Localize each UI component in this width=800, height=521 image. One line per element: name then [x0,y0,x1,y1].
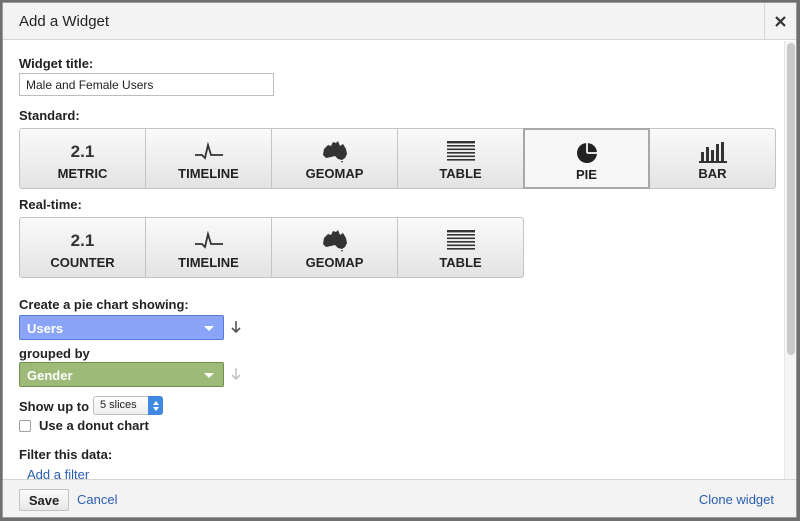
close-icon [775,16,786,27]
metric-number-icon: 2.1 [70,142,95,161]
dialog-footer: Save Cancel Clone widget [3,479,796,517]
standard-metric-button[interactable]: 2.1 METRIC [19,128,146,189]
standard-table-button[interactable]: TABLE [397,128,524,189]
counter-number-icon: 2.1 [70,231,95,250]
realtime-timeline-label: TIMELINE [178,255,239,270]
standard-pie-button[interactable]: PIE [523,128,650,189]
dialog-body: Widget title: Standard: 2.1 METRIC TIMEL… [3,41,796,479]
realtime-timeline-button[interactable]: TIMELINE [145,217,272,278]
add-filter-link[interactable]: Add a filter [27,467,89,479]
standard-label: Standard: [19,108,80,123]
cancel-link[interactable]: Cancel [77,492,117,507]
sort-down-arrow-icon[interactable] [231,368,241,381]
slices-select[interactable]: 5 slices [93,396,163,415]
chevron-down-icon [204,326,214,331]
australia-map-icon [322,141,347,163]
chevron-down-icon [204,373,214,378]
slices-select-value: 5 slices [100,399,137,411]
realtime-table-button[interactable]: TABLE [397,217,524,278]
metric-select-value: Users [27,321,64,336]
donut-chart-label[interactable]: Use a donut chart [39,418,149,433]
australia-map-icon [322,230,347,252]
save-button[interactable]: Save [19,489,69,511]
widget-title-label: Widget title: [19,56,94,71]
realtime-counter-button[interactable]: 2.1 COUNTER [19,217,146,278]
widget-title-input[interactable] [19,73,274,96]
add-widget-dialog: Add a Widget Widget title: Standard: 2.1… [2,2,797,518]
realtime-label: Real-time: [19,197,82,212]
pie-chart-showing-label: Create a pie chart showing: [19,297,189,312]
scrollbar[interactable] [784,41,796,479]
dimension-select-value: Gender [27,368,73,383]
table-icon [446,141,475,161]
scrollbar-thumb[interactable] [787,43,795,355]
bar-chart-icon [698,142,727,163]
standard-bar-label: BAR [698,166,727,181]
show-up-to-label: Show up to [19,399,90,414]
timeline-icon [194,231,223,249]
standard-geomap-button[interactable]: GEOMAP [271,128,398,189]
spinner-arrows-icon [148,396,163,415]
standard-widget-types: 2.1 METRIC TIMELINE GEOMAP TABLE PIE BAR [19,128,776,189]
close-button[interactable] [764,3,796,40]
metric-select[interactable]: Users [19,315,224,340]
donut-chart-checkbox[interactable] [19,420,31,432]
dialog-title: Add a Widget [19,13,110,30]
clone-widget-link[interactable]: Clone widget [699,492,774,507]
dialog-titlebar: Add a Widget [3,3,796,40]
standard-bar-button[interactable]: BAR [649,128,776,189]
timeline-icon [194,142,223,160]
grouped-by-label: grouped by [19,346,90,361]
realtime-geomap-button[interactable]: GEOMAP [271,217,398,278]
filter-data-label: Filter this data: [19,447,113,462]
standard-table-label: TABLE [439,166,482,181]
sort-down-arrow-icon[interactable] [231,321,241,334]
realtime-geomap-label: GEOMAP [305,255,364,270]
realtime-widget-types: 2.1 COUNTER TIMELINE GEOMAP TABLE [19,217,524,278]
dimension-select[interactable]: Gender [19,362,224,387]
realtime-counter-label: COUNTER [50,255,115,270]
standard-geomap-label: GEOMAP [305,166,364,181]
standard-metric-label: METRIC [57,166,108,181]
pie-chart-icon [576,143,597,163]
realtime-table-label: TABLE [439,255,482,270]
standard-pie-label: PIE [576,167,597,182]
standard-timeline-label: TIMELINE [178,166,239,181]
table-icon [446,230,475,250]
standard-timeline-button[interactable]: TIMELINE [145,128,272,189]
